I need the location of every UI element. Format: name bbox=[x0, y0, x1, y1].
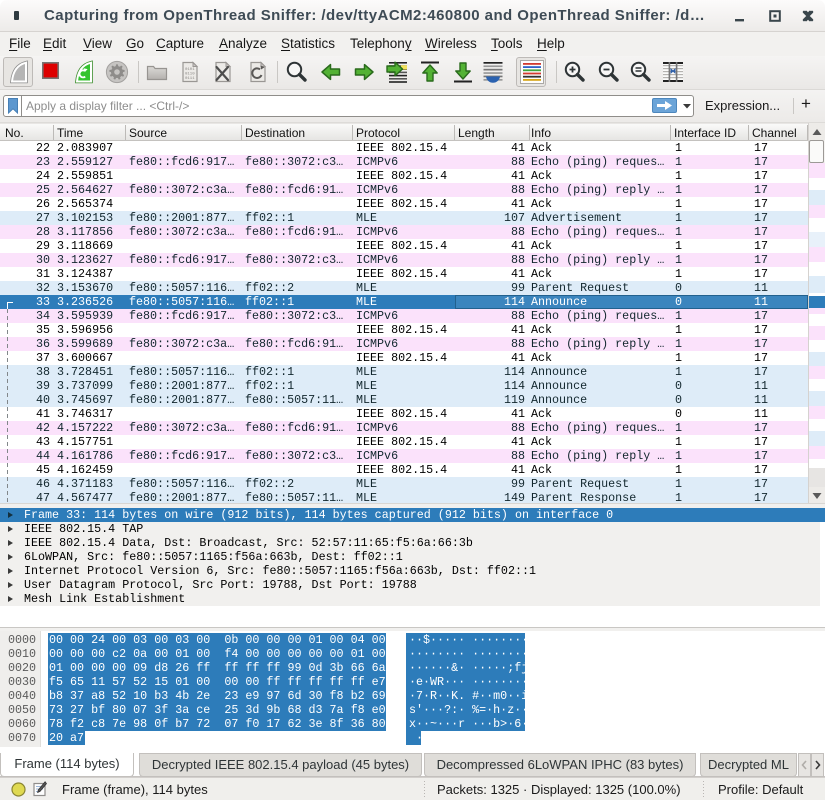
svg-text:0101: 0101 bbox=[185, 68, 195, 72]
svg-text:0111: 0111 bbox=[185, 77, 195, 81]
svg-text:0110: 0110 bbox=[185, 73, 195, 77]
